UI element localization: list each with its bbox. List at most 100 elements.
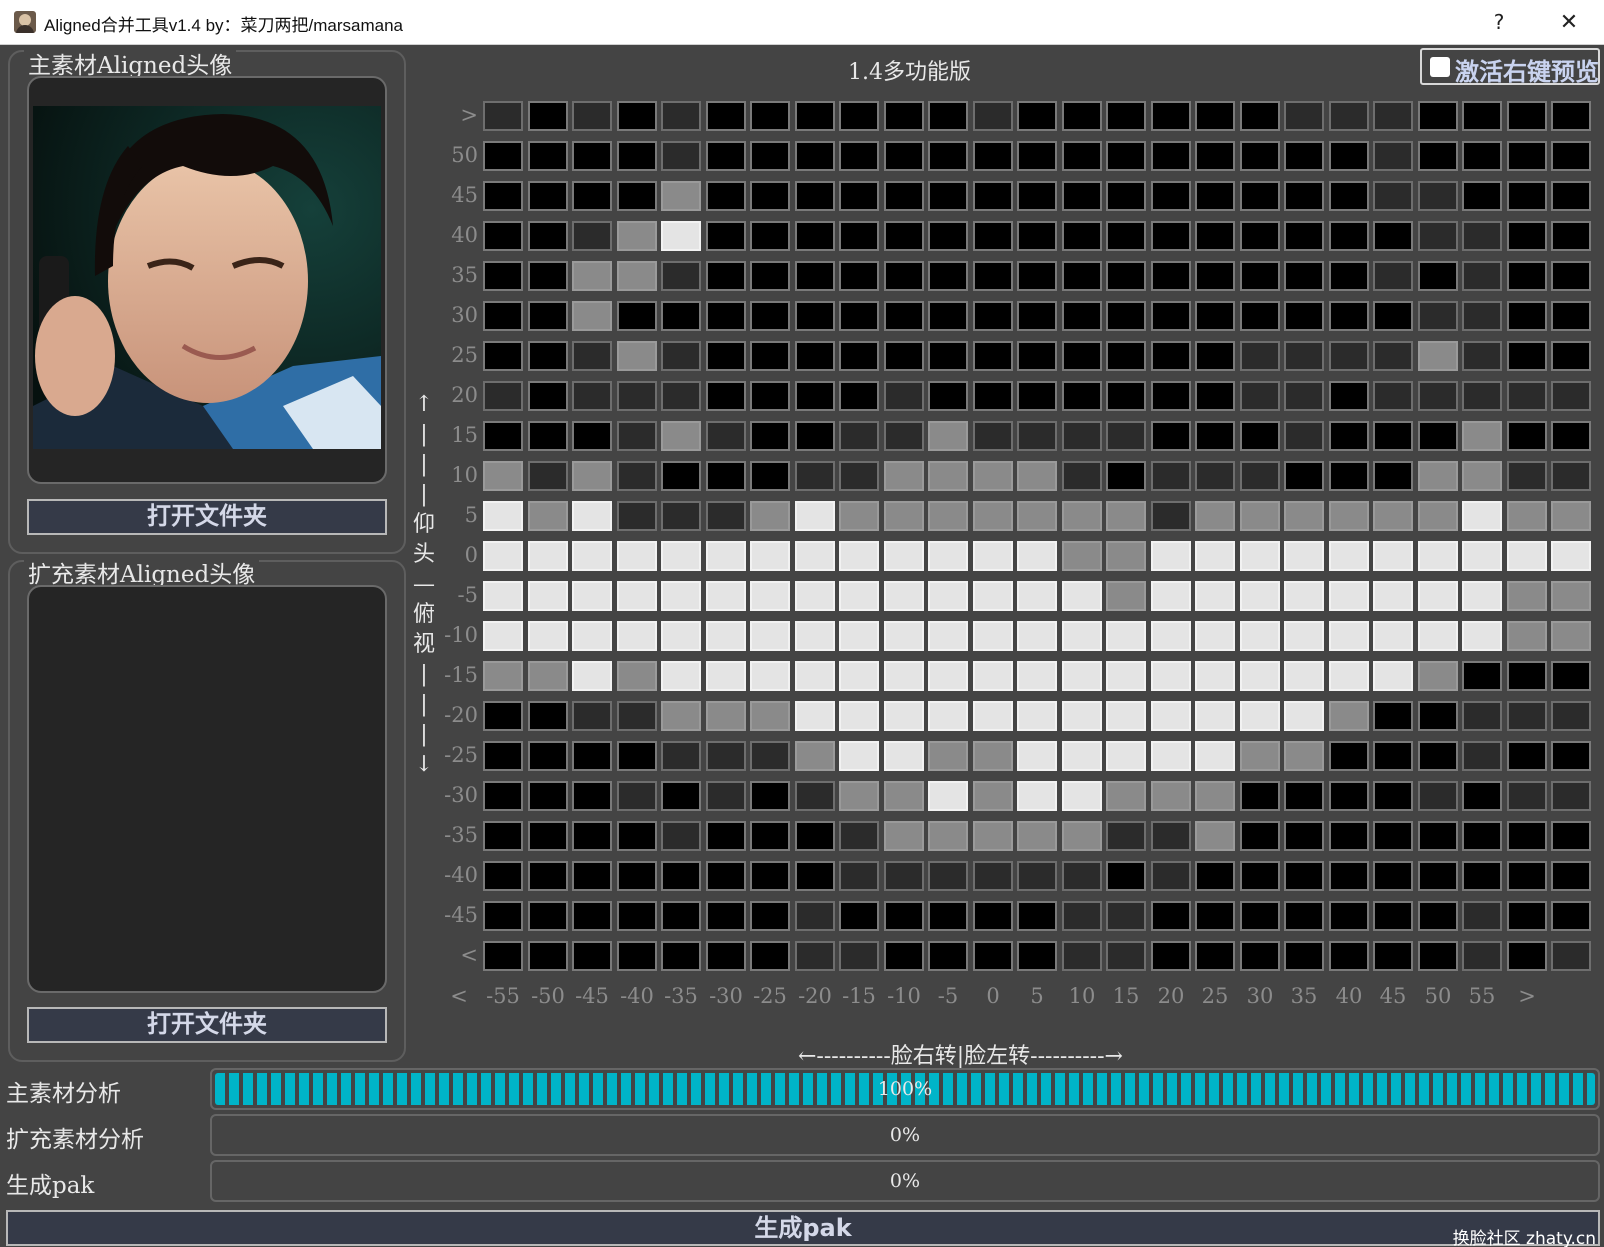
- grid-cell[interactable]: [1062, 461, 1102, 491]
- grid-cell[interactable]: [795, 661, 835, 691]
- grid-cell[interactable]: [1195, 621, 1235, 651]
- grid-cell[interactable]: [1551, 461, 1591, 491]
- grid-cell[interactable]: [572, 861, 612, 891]
- grid-cell[interactable]: [1329, 941, 1369, 971]
- grid-cell[interactable]: [750, 661, 790, 691]
- grid-cell[interactable]: [973, 421, 1013, 451]
- grid-cell[interactable]: [839, 701, 879, 731]
- grid-cell[interactable]: [973, 781, 1013, 811]
- grid-cell[interactable]: [661, 581, 701, 611]
- grid-cell[interactable]: [1418, 941, 1458, 971]
- grid-cell[interactable]: [1551, 261, 1591, 291]
- grid-cell[interactable]: [1017, 701, 1057, 731]
- grid-cell[interactable]: [483, 261, 523, 291]
- grid-cell[interactable]: [1373, 341, 1413, 371]
- grid-cell[interactable]: [1329, 381, 1369, 411]
- grid-cell[interactable]: [1240, 221, 1280, 251]
- grid-cell[interactable]: [1284, 261, 1324, 291]
- grid-cell[interactable]: [1284, 141, 1324, 171]
- grid-cell[interactable]: [795, 261, 835, 291]
- grid-cell[interactable]: [572, 781, 612, 811]
- grid-cell[interactable]: [572, 261, 612, 291]
- grid-cell[interactable]: [1106, 181, 1146, 211]
- grid-cell[interactable]: [750, 341, 790, 371]
- grid-cell[interactable]: [839, 301, 879, 331]
- grid-cell[interactable]: [1195, 501, 1235, 531]
- grid-cell[interactable]: [483, 301, 523, 331]
- grid-cell[interactable]: [795, 341, 835, 371]
- grid-cell[interactable]: [1151, 501, 1191, 531]
- grid-cell[interactable]: [1418, 221, 1458, 251]
- grid-cell[interactable]: [1551, 101, 1591, 131]
- grid-cell[interactable]: [1017, 221, 1057, 251]
- grid-cell[interactable]: [617, 821, 657, 851]
- grid-cell[interactable]: [973, 301, 1013, 331]
- grid-cell[interactable]: [617, 341, 657, 371]
- grid-cell[interactable]: [1195, 421, 1235, 451]
- grid-cell[interactable]: [1462, 181, 1502, 211]
- grid-cell[interactable]: [1195, 861, 1235, 891]
- grid-cell[interactable]: [750, 781, 790, 811]
- grid-cell[interactable]: [483, 781, 523, 811]
- grid-cell[interactable]: [1462, 261, 1502, 291]
- grid-cell[interactable]: [528, 181, 568, 211]
- grid-cell[interactable]: [483, 821, 523, 851]
- grid-cell[interactable]: [839, 421, 879, 451]
- grid-cell[interactable]: [1284, 381, 1324, 411]
- grid-cell[interactable]: [1062, 661, 1102, 691]
- grid-cell[interactable]: [1284, 181, 1324, 211]
- grid-cell[interactable]: [1017, 901, 1057, 931]
- grid-cell[interactable]: [839, 461, 879, 491]
- grid-cell[interactable]: [928, 501, 968, 531]
- grid-cell[interactable]: [661, 661, 701, 691]
- grid-cell[interactable]: [1373, 701, 1413, 731]
- grid-cell[interactable]: [1106, 901, 1146, 931]
- grid-cell[interactable]: [1373, 261, 1413, 291]
- grid-cell[interactable]: [483, 901, 523, 931]
- grid-cell[interactable]: [839, 381, 879, 411]
- grid-cell[interactable]: [973, 221, 1013, 251]
- grid-cell[interactable]: [572, 901, 612, 931]
- grid-cell[interactable]: [884, 341, 924, 371]
- grid-cell[interactable]: [1195, 221, 1235, 251]
- grid-cell[interactable]: [617, 381, 657, 411]
- grid-cell[interactable]: [1240, 141, 1280, 171]
- grid-cell[interactable]: [750, 541, 790, 571]
- grid-cell[interactable]: [1284, 821, 1324, 851]
- grid-cell[interactable]: [1329, 821, 1369, 851]
- grid-cell[interactable]: [1373, 821, 1413, 851]
- grid-cell[interactable]: [1284, 221, 1324, 251]
- grid-cell[interactable]: [1507, 901, 1547, 931]
- grid-cell[interactable]: [750, 421, 790, 451]
- grid-cell[interactable]: [572, 501, 612, 531]
- grid-cell[interactable]: [928, 621, 968, 651]
- grid-cell[interactable]: [1507, 501, 1547, 531]
- grid-cell[interactable]: [928, 461, 968, 491]
- grid-cell[interactable]: [1151, 381, 1191, 411]
- grid-cell[interactable]: [528, 701, 568, 731]
- grid-cell[interactable]: [795, 141, 835, 171]
- grid-cell[interactable]: [1462, 941, 1502, 971]
- grid-cell[interactable]: [1418, 181, 1458, 211]
- grid-cell[interactable]: [928, 421, 968, 451]
- grid-cell[interactable]: [1151, 621, 1191, 651]
- grid-cell[interactable]: [572, 941, 612, 971]
- grid-cell[interactable]: [973, 541, 1013, 571]
- grid-cell[interactable]: [1507, 541, 1547, 571]
- grid-cell[interactable]: [1373, 461, 1413, 491]
- grid-cell[interactable]: [1195, 381, 1235, 411]
- grid-cell[interactable]: [1329, 141, 1369, 171]
- grid-cell[interactable]: [706, 941, 746, 971]
- grid-cell[interactable]: [572, 221, 612, 251]
- grid-cell[interactable]: [795, 181, 835, 211]
- grid-cell[interactable]: [1195, 181, 1235, 211]
- grid-cell[interactable]: [1373, 741, 1413, 771]
- grid-cell[interactable]: [1462, 621, 1502, 651]
- grid-cell[interactable]: [973, 821, 1013, 851]
- grid-cell[interactable]: [706, 741, 746, 771]
- grid-cell[interactable]: [839, 741, 879, 771]
- grid-cell[interactable]: [1462, 421, 1502, 451]
- grid-cell[interactable]: [1106, 381, 1146, 411]
- grid-cell[interactable]: [483, 941, 523, 971]
- grid-cell[interactable]: [528, 461, 568, 491]
